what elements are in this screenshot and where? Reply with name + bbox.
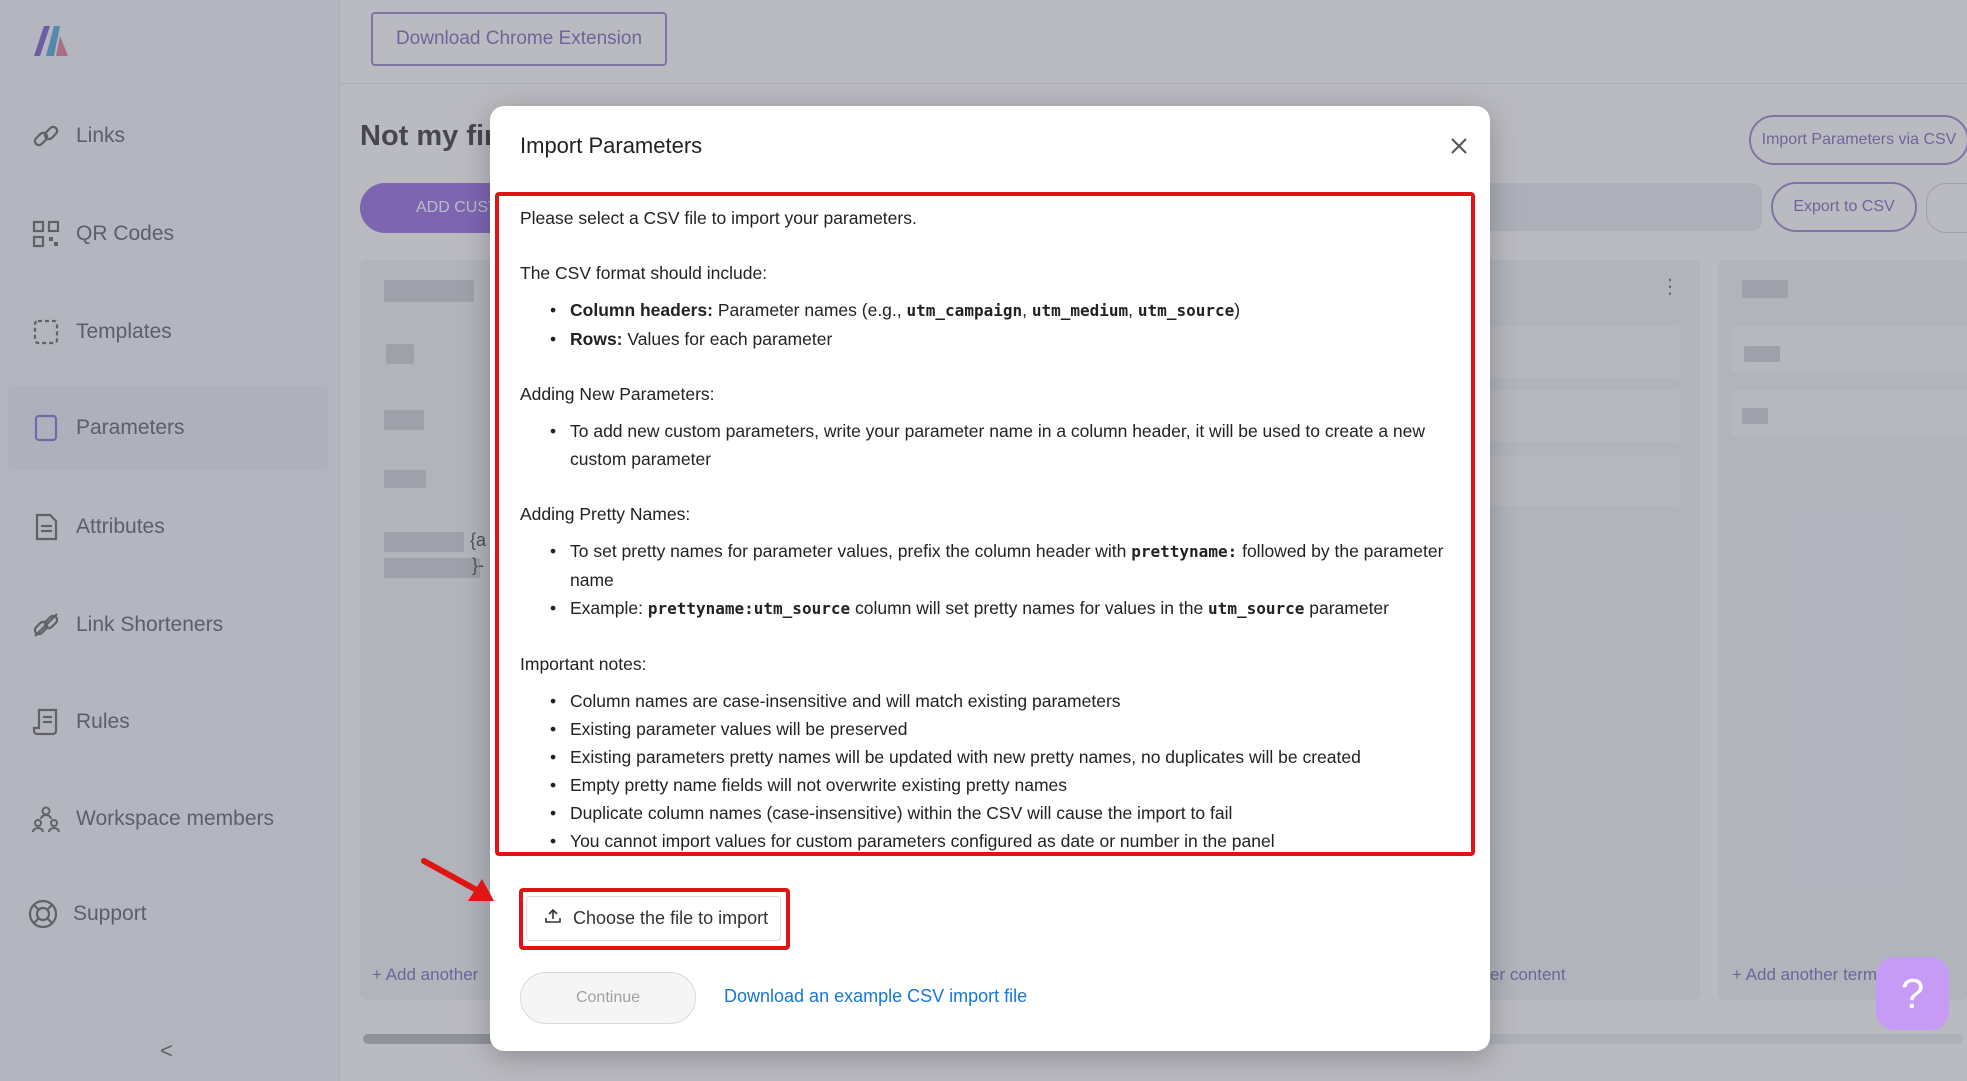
list-item: Existing parameter values will be preser… [520,715,1460,743]
notes-heading: Important notes: [520,654,647,674]
new-params-list: To add new custom parameters, write your… [520,417,1460,473]
annotation-arrow-icon [421,858,494,901]
upload-icon [545,908,561,929]
list-item: Column names are case-insensitive and wi… [520,687,1460,715]
list-item: You cannot import values for custom para… [520,827,1460,855]
choose-file-button[interactable]: Choose the file to import [526,896,781,941]
list-item: Column headers: Parameter names (e.g., u… [520,296,1460,325]
list-item: Existing parameters pretty names will be… [520,743,1460,771]
list-item: Empty pretty name fields will not overwr… [520,771,1460,799]
pretty-names-heading: Adding Pretty Names: [520,504,691,524]
download-example-link[interactable]: Download an example CSV import file [724,986,1027,1007]
list-item: Rows: Values for each parameter [520,325,1460,353]
import-instructions: Please select a CSV file to import your … [520,204,1460,855]
continue-button[interactable]: Continue [520,972,696,1024]
help-button[interactable]: ? [1876,957,1949,1030]
close-icon[interactable] [1441,128,1477,164]
list-item: To set pretty names for parameter values… [520,537,1460,594]
modal-title: Import Parameters [520,133,703,158]
format-heading: The CSV format should include: [520,263,768,283]
format-list: Column headers: Parameter names (e.g., u… [520,296,1460,353]
list-item: To add new custom parameters, write your… [520,417,1460,473]
import-parameters-modal: Import Parameters Please select a CSV fi… [490,106,1490,1051]
notes-list: Column names are case-insensitive and wi… [520,687,1460,855]
intro-text: Please select a CSV file to import your … [520,208,917,228]
pretty-names-list: To set pretty names for parameter values… [520,537,1460,623]
choose-file-label: Choose the file to import [573,908,769,928]
list-item: Duplicate column names (case-insensitive… [520,799,1460,827]
new-params-heading: Adding New Parameters: [520,384,715,404]
list-item: Example: prettyname:utm_source column wi… [520,594,1460,623]
